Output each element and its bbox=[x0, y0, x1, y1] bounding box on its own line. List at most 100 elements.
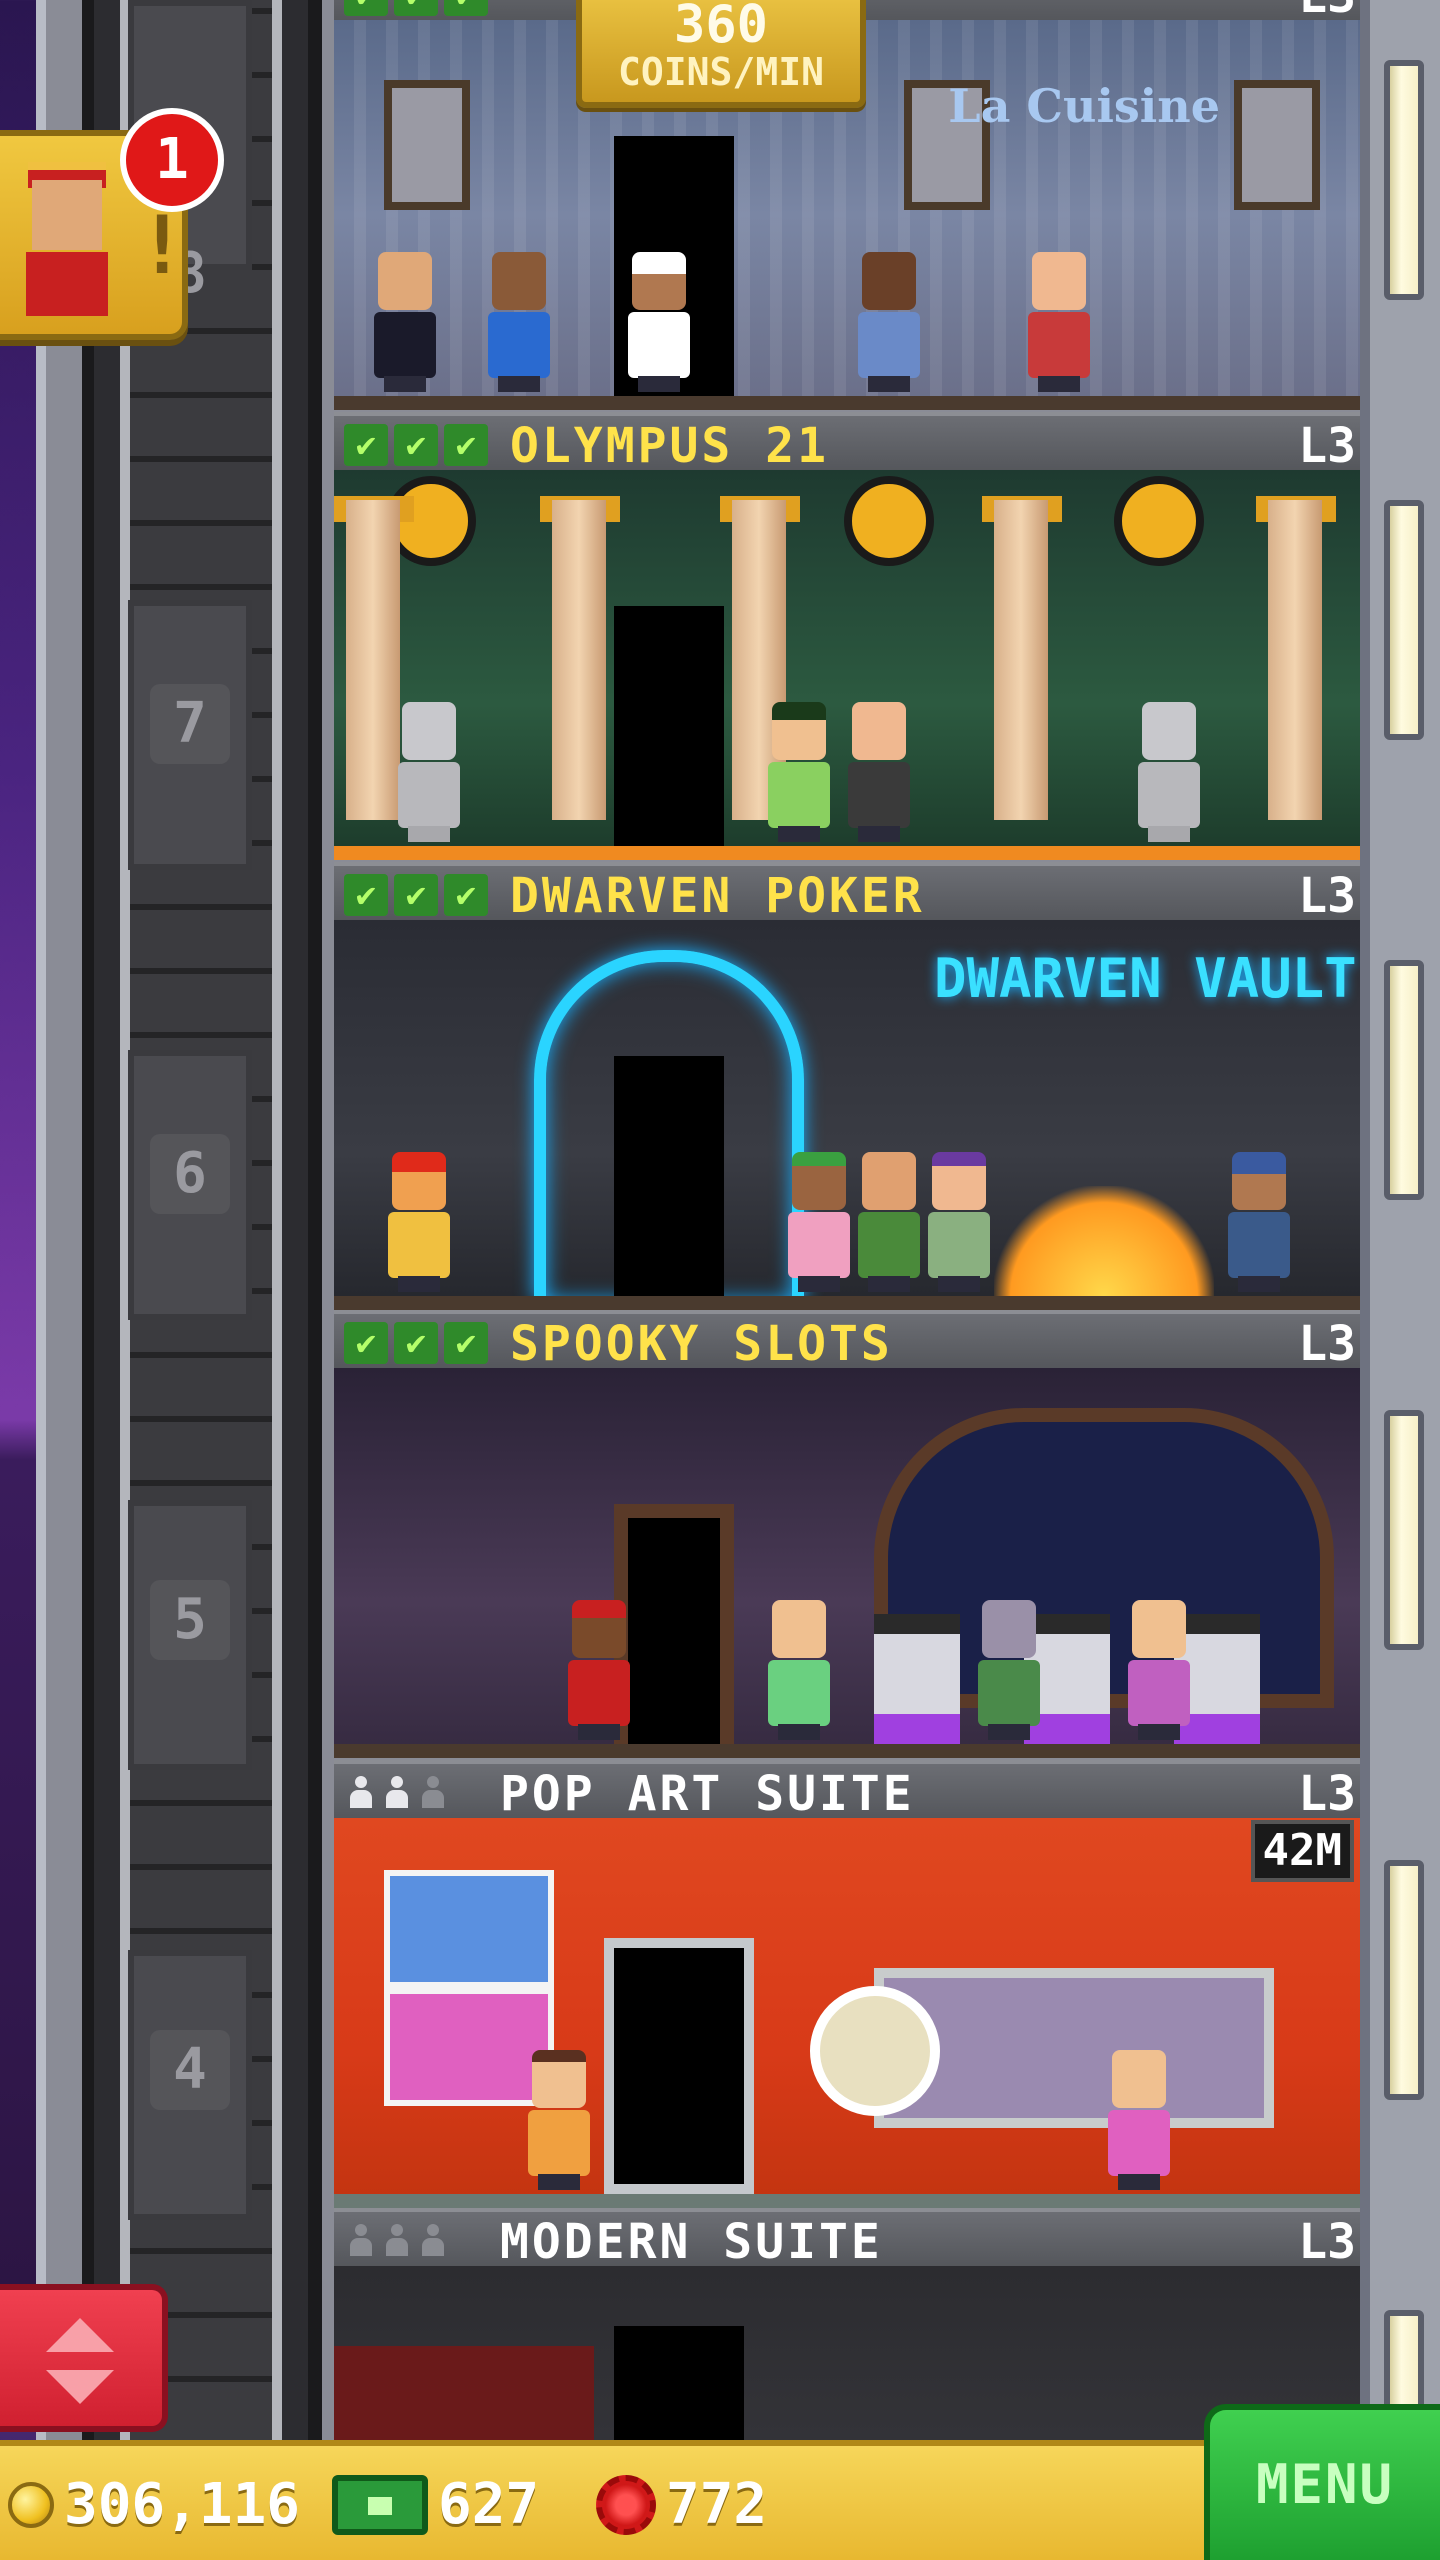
greek-column bbox=[552, 500, 606, 820]
floor-level: L3 bbox=[1298, 418, 1356, 474]
bitizen-character[interactable] bbox=[854, 1152, 924, 1292]
gold-pile bbox=[994, 1186, 1214, 1296]
bitizen-character[interactable] bbox=[924, 1152, 994, 1292]
bitizen-character[interactable] bbox=[1124, 1600, 1194, 1740]
bellhop-uniform bbox=[26, 252, 108, 316]
picture-frame bbox=[384, 80, 470, 210]
coin-icon bbox=[8, 2482, 54, 2528]
olympus-door bbox=[614, 606, 724, 846]
floor-line bbox=[334, 1296, 1360, 1310]
room-dwarven: DWARVEN VAULT bbox=[334, 920, 1360, 1310]
check-icon: ✔ bbox=[344, 424, 388, 466]
floor-name: MODERN SUITE bbox=[500, 2214, 883, 2270]
tower-window bbox=[1384, 1410, 1424, 1650]
resident-icon bbox=[384, 2222, 410, 2260]
floor-pop-art-suite[interactable]: POP ART SUITE L3 42M bbox=[334, 1760, 1360, 2208]
floor-number-5: 5 bbox=[150, 1580, 230, 1660]
floor-number-6: 6 bbox=[150, 1134, 230, 1214]
casino-medallion bbox=[1114, 476, 1204, 566]
bellhop-character[interactable] bbox=[564, 1600, 634, 1740]
floor-name: SPOOKY SLOTS bbox=[510, 1316, 893, 1372]
check-icon: ✔ bbox=[444, 874, 488, 916]
coins-stat[interactable]: 306,116 bbox=[8, 2470, 300, 2540]
room-spooky bbox=[334, 1368, 1360, 1758]
check-icon: ✔ bbox=[394, 874, 438, 916]
bitizen-character[interactable] bbox=[524, 2050, 594, 2190]
bitizen-character[interactable] bbox=[764, 1600, 834, 1740]
coins-per-minute-badge: 360 COINS/MIN bbox=[576, 0, 866, 108]
floor-header: ✔ ✔ ✔ OLYMPUS 21 L3 bbox=[334, 412, 1360, 474]
elevator-button[interactable] bbox=[0, 2284, 168, 2432]
floor-name: DWARVEN POKER bbox=[510, 868, 925, 924]
bitizen-character[interactable] bbox=[854, 252, 924, 392]
check-icon: ✔ bbox=[394, 0, 438, 16]
floor-level: L3 bbox=[1298, 2214, 1356, 2270]
restock-timer: 42M bbox=[1250, 1820, 1354, 1882]
coins-per-minute-value: 360 bbox=[674, 0, 768, 55]
tokens-value: 772 bbox=[666, 2472, 768, 2537]
bux-stat[interactable]: 627 bbox=[332, 2470, 539, 2540]
check-icon: ✔ bbox=[344, 0, 388, 16]
check-icon: ✔ bbox=[444, 424, 488, 466]
dwarf-character[interactable] bbox=[384, 1152, 454, 1292]
floor-spooky-slots[interactable]: ✔ ✔ ✔ SPOOKY SLOTS L3 bbox=[334, 1310, 1360, 1758]
dwarven-door bbox=[614, 1056, 724, 1296]
statue-figure bbox=[1134, 702, 1204, 842]
floor-olympus-21[interactable]: ✔ ✔ ✔ OLYMPUS 21 L3 bbox=[334, 412, 1360, 860]
floor-header: POP ART SUITE L3 bbox=[334, 1760, 1360, 1820]
resident-icon bbox=[384, 1774, 410, 1812]
floor-dwarven-poker[interactable]: ✔ ✔ ✔ DWARVEN POKER L3 DWARVEN VAULT bbox=[334, 862, 1360, 1310]
bitizen-character[interactable] bbox=[1104, 2050, 1174, 2190]
token-icon bbox=[596, 2475, 656, 2535]
stock-checks: ✔ ✔ ✔ bbox=[344, 424, 488, 466]
bitizen-character[interactable] bbox=[484, 252, 554, 392]
resident-icon bbox=[420, 2222, 446, 2260]
wizard-dwarf-character[interactable] bbox=[1224, 1152, 1294, 1292]
check-icon: ✔ bbox=[444, 1322, 488, 1364]
arrow-down-icon bbox=[46, 2370, 114, 2404]
bitizen-character[interactable] bbox=[784, 1152, 854, 1292]
floor-level: L3 bbox=[1298, 868, 1356, 924]
bellhop-icon bbox=[32, 180, 102, 250]
floor-line bbox=[334, 1744, 1360, 1758]
check-icon: ✔ bbox=[394, 424, 438, 466]
menu-button[interactable]: MENU bbox=[1204, 2404, 1440, 2560]
floor-number-7: 7 bbox=[150, 684, 230, 764]
chef-character[interactable] bbox=[624, 252, 694, 392]
room-popart: 42M bbox=[334, 1818, 1360, 2208]
popart-door bbox=[604, 1938, 754, 2194]
floor-line bbox=[334, 2194, 1360, 2208]
tower-window bbox=[1384, 500, 1424, 740]
room-olympus bbox=[334, 470, 1360, 860]
bux-icon bbox=[332, 2475, 428, 2535]
tokens-stat[interactable]: 772 bbox=[596, 2470, 767, 2540]
tower-window bbox=[1384, 960, 1424, 1200]
resident-icon bbox=[420, 1774, 446, 1812]
greek-column bbox=[994, 500, 1048, 820]
notification-count-badge: 1 bbox=[120, 108, 224, 212]
picture-frame bbox=[1234, 80, 1320, 210]
slot-machine bbox=[874, 1614, 960, 1744]
greek-column bbox=[1268, 500, 1322, 820]
tower-wall-edge bbox=[36, 0, 46, 2440]
tower-window bbox=[1384, 60, 1424, 300]
alert-icon: ! bbox=[138, 199, 187, 292]
bitizen-character[interactable] bbox=[764, 702, 834, 842]
residents-indicator bbox=[348, 2222, 446, 2260]
statue-figure bbox=[394, 702, 464, 842]
bitizen-character[interactable] bbox=[1024, 252, 1094, 392]
zombie-character[interactable] bbox=[974, 1600, 1044, 1740]
neon-sign: DWARVEN VAULT bbox=[934, 947, 1357, 1010]
floor-name: OLYMPUS 21 bbox=[510, 418, 829, 474]
greek-column bbox=[346, 500, 400, 820]
resident-icon bbox=[348, 2222, 374, 2260]
bitizen-character[interactable] bbox=[370, 252, 440, 392]
floor-line bbox=[334, 846, 1360, 860]
bux-value: 627 bbox=[438, 2472, 540, 2537]
check-icon: ✔ bbox=[344, 1322, 388, 1364]
bitizen-character[interactable] bbox=[844, 702, 914, 842]
resident-icon bbox=[348, 1774, 374, 1812]
floor-level: L3 bbox=[1298, 1316, 1356, 1372]
residents-indicator bbox=[348, 1774, 446, 1812]
coins-per-minute-label: COINS/MIN bbox=[618, 50, 824, 94]
